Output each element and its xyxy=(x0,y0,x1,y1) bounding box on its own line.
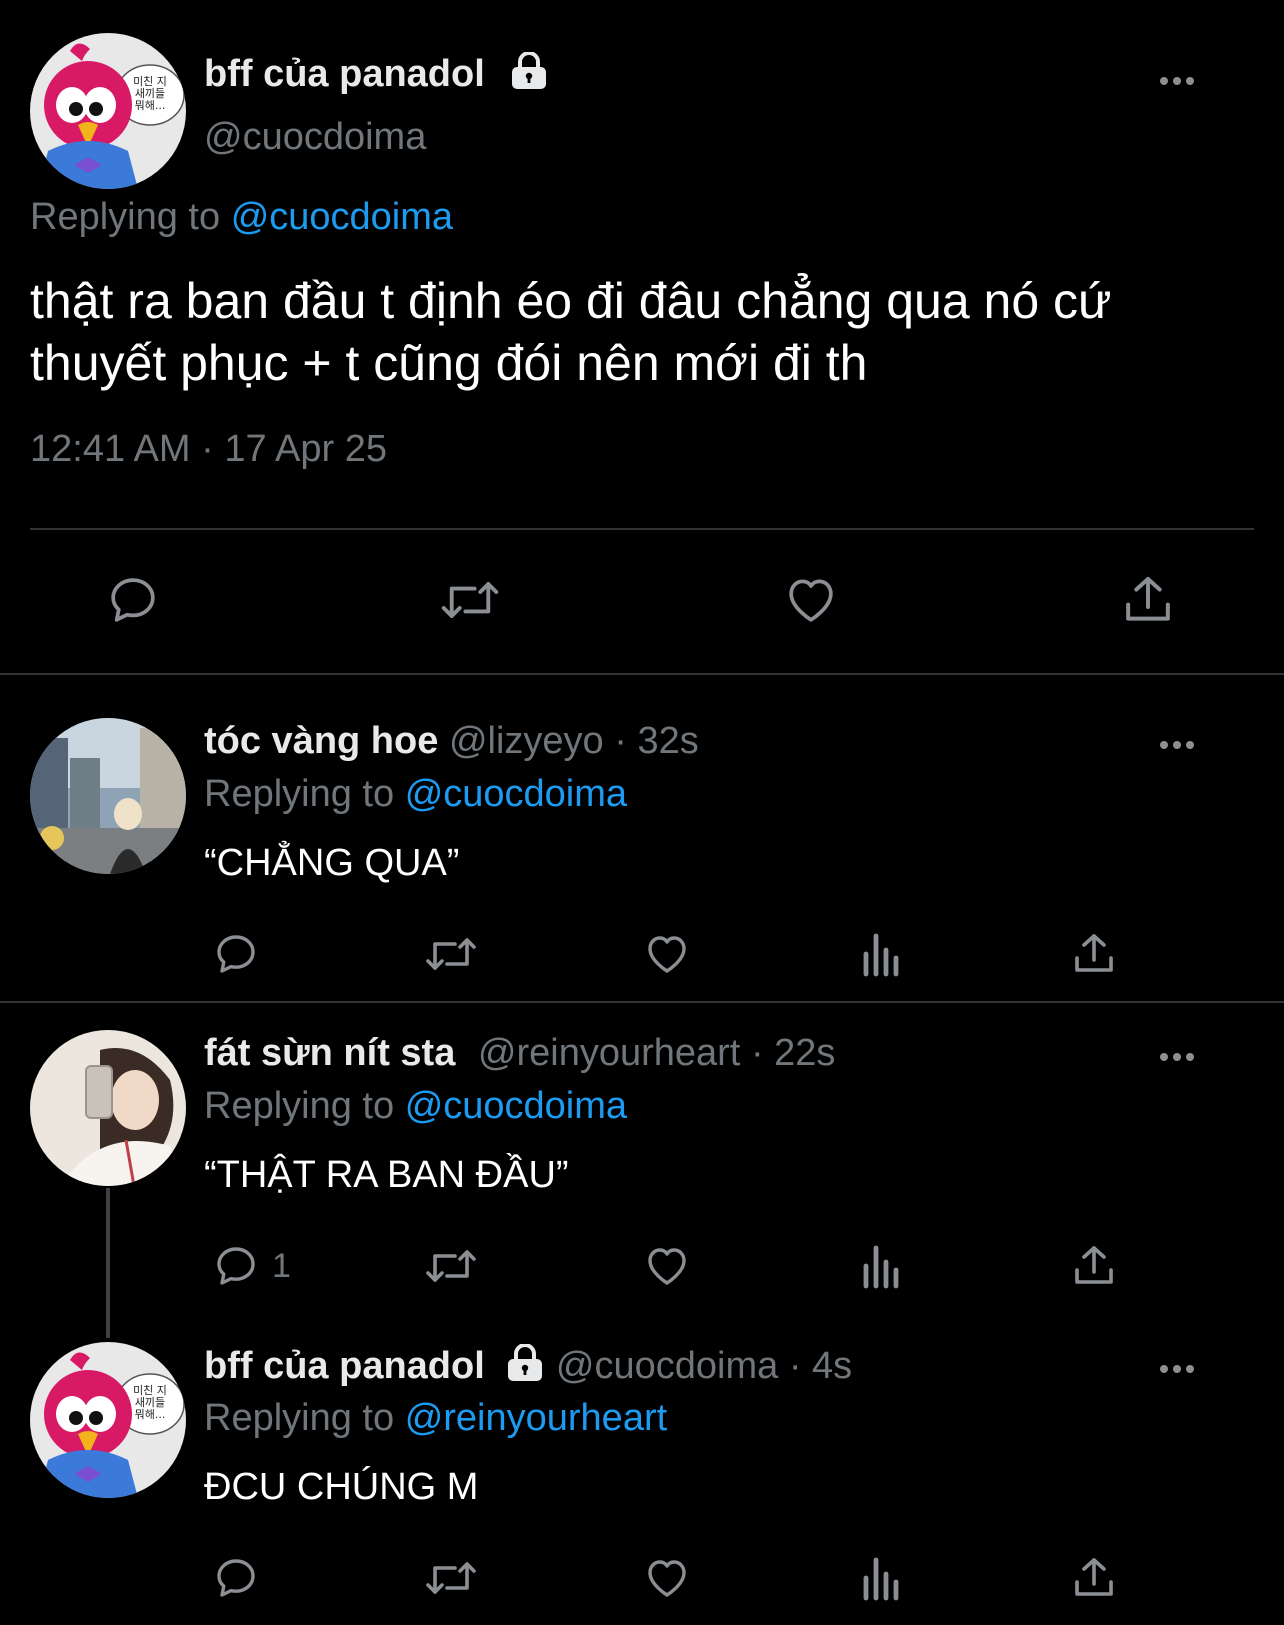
avatar[interactable] xyxy=(30,718,186,874)
share-button[interactable] xyxy=(1070,930,1118,978)
replying-prefix: Replying to xyxy=(204,1085,395,1127)
svg-text:뭐해...: 뭐해... xyxy=(135,1407,166,1421)
like-button[interactable] xyxy=(642,1242,692,1290)
retweet-icon xyxy=(426,1562,476,1594)
reply-header: bff của panadol @cuocdoima · 4s xyxy=(204,1343,852,1392)
section-divider xyxy=(0,1001,1284,1003)
avatar[interactable]: 미친 지 새끼들 뭐해... xyxy=(30,1342,186,1498)
tweet-text: ĐCU CHÚNG M xyxy=(204,1466,479,1508)
retweet-button[interactable] xyxy=(423,930,479,978)
replying-prefix: Replying to xyxy=(204,773,395,815)
like-icon xyxy=(648,1248,686,1285)
reply-count: 1 xyxy=(272,1246,291,1285)
handle[interactable]: @lizyeyo xyxy=(449,720,604,762)
tweet-text: “THẬT RA BAN ĐẦU” xyxy=(204,1154,569,1196)
views-icon xyxy=(863,1557,899,1601)
tweet-text: “CHẲNG QUA” xyxy=(204,842,460,884)
replying-handle-link[interactable]: @cuocdoima xyxy=(231,196,453,238)
retweet-button[interactable] xyxy=(438,572,502,628)
retweet-icon xyxy=(426,938,476,970)
views-icon xyxy=(863,1245,899,1289)
time-ago[interactable]: · 32s xyxy=(614,720,698,762)
share-button[interactable] xyxy=(1120,572,1176,628)
avatar[interactable] xyxy=(30,1030,186,1186)
time-ago[interactable]: · 4s xyxy=(789,1345,852,1387)
share-icon xyxy=(1126,577,1170,621)
like-button[interactable] xyxy=(642,930,692,978)
replying-handle-link[interactable]: @cuocdoima xyxy=(405,1085,627,1127)
views-button[interactable] xyxy=(860,1554,904,1602)
share-icon xyxy=(1075,1558,1113,1596)
share-icon xyxy=(1075,934,1113,972)
divider xyxy=(30,528,1254,530)
share-icon xyxy=(1075,1246,1113,1284)
replying-to: Replying to @cuocdoima xyxy=(30,196,453,239)
handle[interactable]: @cuocdoima xyxy=(556,1345,778,1387)
retweet-button[interactable] xyxy=(423,1242,479,1290)
reply-button[interactable]: 1 xyxy=(212,1242,291,1290)
share-button[interactable] xyxy=(1070,1554,1118,1602)
reply-icon xyxy=(111,578,155,622)
lock-icon xyxy=(505,1343,545,1392)
retweet-button[interactable] xyxy=(423,1554,479,1602)
replying-to: Replying to @reinyourheart xyxy=(204,1397,667,1440)
display-name[interactable]: bff của panadol xyxy=(204,53,485,95)
replying-to: Replying to @cuocdoima xyxy=(204,1085,627,1128)
tweet-text-line: thuyết phục + t cũng đói nên mới đi th xyxy=(30,335,868,391)
time-ago[interactable]: · 22s xyxy=(751,1032,835,1074)
more-icon[interactable] xyxy=(1160,1050,1200,1064)
reply-header: fát sừn nít sta @reinyourheart · 22s xyxy=(204,1032,835,1075)
reply-header: tóc vàng hoe @lizyeyo · 32s xyxy=(204,720,699,763)
like-icon xyxy=(648,1560,686,1597)
reply-icon xyxy=(217,1559,255,1597)
more-icon[interactable] xyxy=(1160,738,1200,752)
section-divider xyxy=(0,673,1284,675)
tweet-text-line: thật ra ban đầu t định éo đi đâu chẳng q… xyxy=(30,273,1112,329)
retweet-icon xyxy=(426,1250,476,1282)
replying-handle-link[interactable]: @cuocdoima xyxy=(405,773,627,815)
avatar-parrot-image: 미친 지 새끼들 뭐해... xyxy=(30,1342,186,1498)
replying-to: Replying to @cuocdoima xyxy=(204,773,627,816)
avatar[interactable]: 미친 지 새끼들 뭐해... xyxy=(30,33,186,189)
more-icon[interactable] xyxy=(1160,1362,1200,1376)
more-icon[interactable] xyxy=(1160,74,1200,88)
like-icon xyxy=(789,579,833,622)
views-icon xyxy=(863,933,899,977)
lock-icon xyxy=(509,51,549,100)
avatar-parrot-image: 미친 지 새끼들 뭐해... xyxy=(30,33,186,189)
reply-button[interactable] xyxy=(212,930,272,978)
tweet-text: thật ra ban đầu t định éo đi đâu chẳng q… xyxy=(30,270,1112,394)
display-name[interactable]: fát sừn nít sta xyxy=(204,1032,455,1074)
like-button[interactable] xyxy=(642,1554,692,1602)
like-icon xyxy=(648,936,686,973)
reply-button[interactable] xyxy=(105,572,161,628)
svg-text:뭐해...: 뭐해... xyxy=(135,98,166,112)
share-button[interactable] xyxy=(1070,1242,1118,1290)
display-name[interactable]: bff của panadol xyxy=(204,1345,485,1387)
reply-button[interactable] xyxy=(212,1554,272,1602)
avatar-photo-image xyxy=(30,718,186,874)
replying-prefix: Replying to xyxy=(30,196,221,238)
avatar-selfie-image xyxy=(30,1030,186,1186)
thread-line xyxy=(106,1188,110,1338)
handle[interactable]: @reinyourheart xyxy=(478,1032,740,1074)
views-button[interactable] xyxy=(860,930,904,978)
reply-icon xyxy=(217,935,255,973)
like-button[interactable] xyxy=(782,572,840,628)
views-button[interactable] xyxy=(860,1242,904,1290)
reply-icon xyxy=(217,1247,255,1285)
display-name[interactable]: tóc vàng hoe xyxy=(204,720,438,762)
replying-prefix: Replying to xyxy=(204,1397,395,1439)
timestamp[interactable]: 12:41 AM · 17 Apr 25 xyxy=(30,428,387,471)
handle[interactable]: @cuocdoima xyxy=(204,116,426,159)
replying-handle-link[interactable]: @reinyourheart xyxy=(405,1397,667,1439)
retweet-icon xyxy=(441,582,499,618)
